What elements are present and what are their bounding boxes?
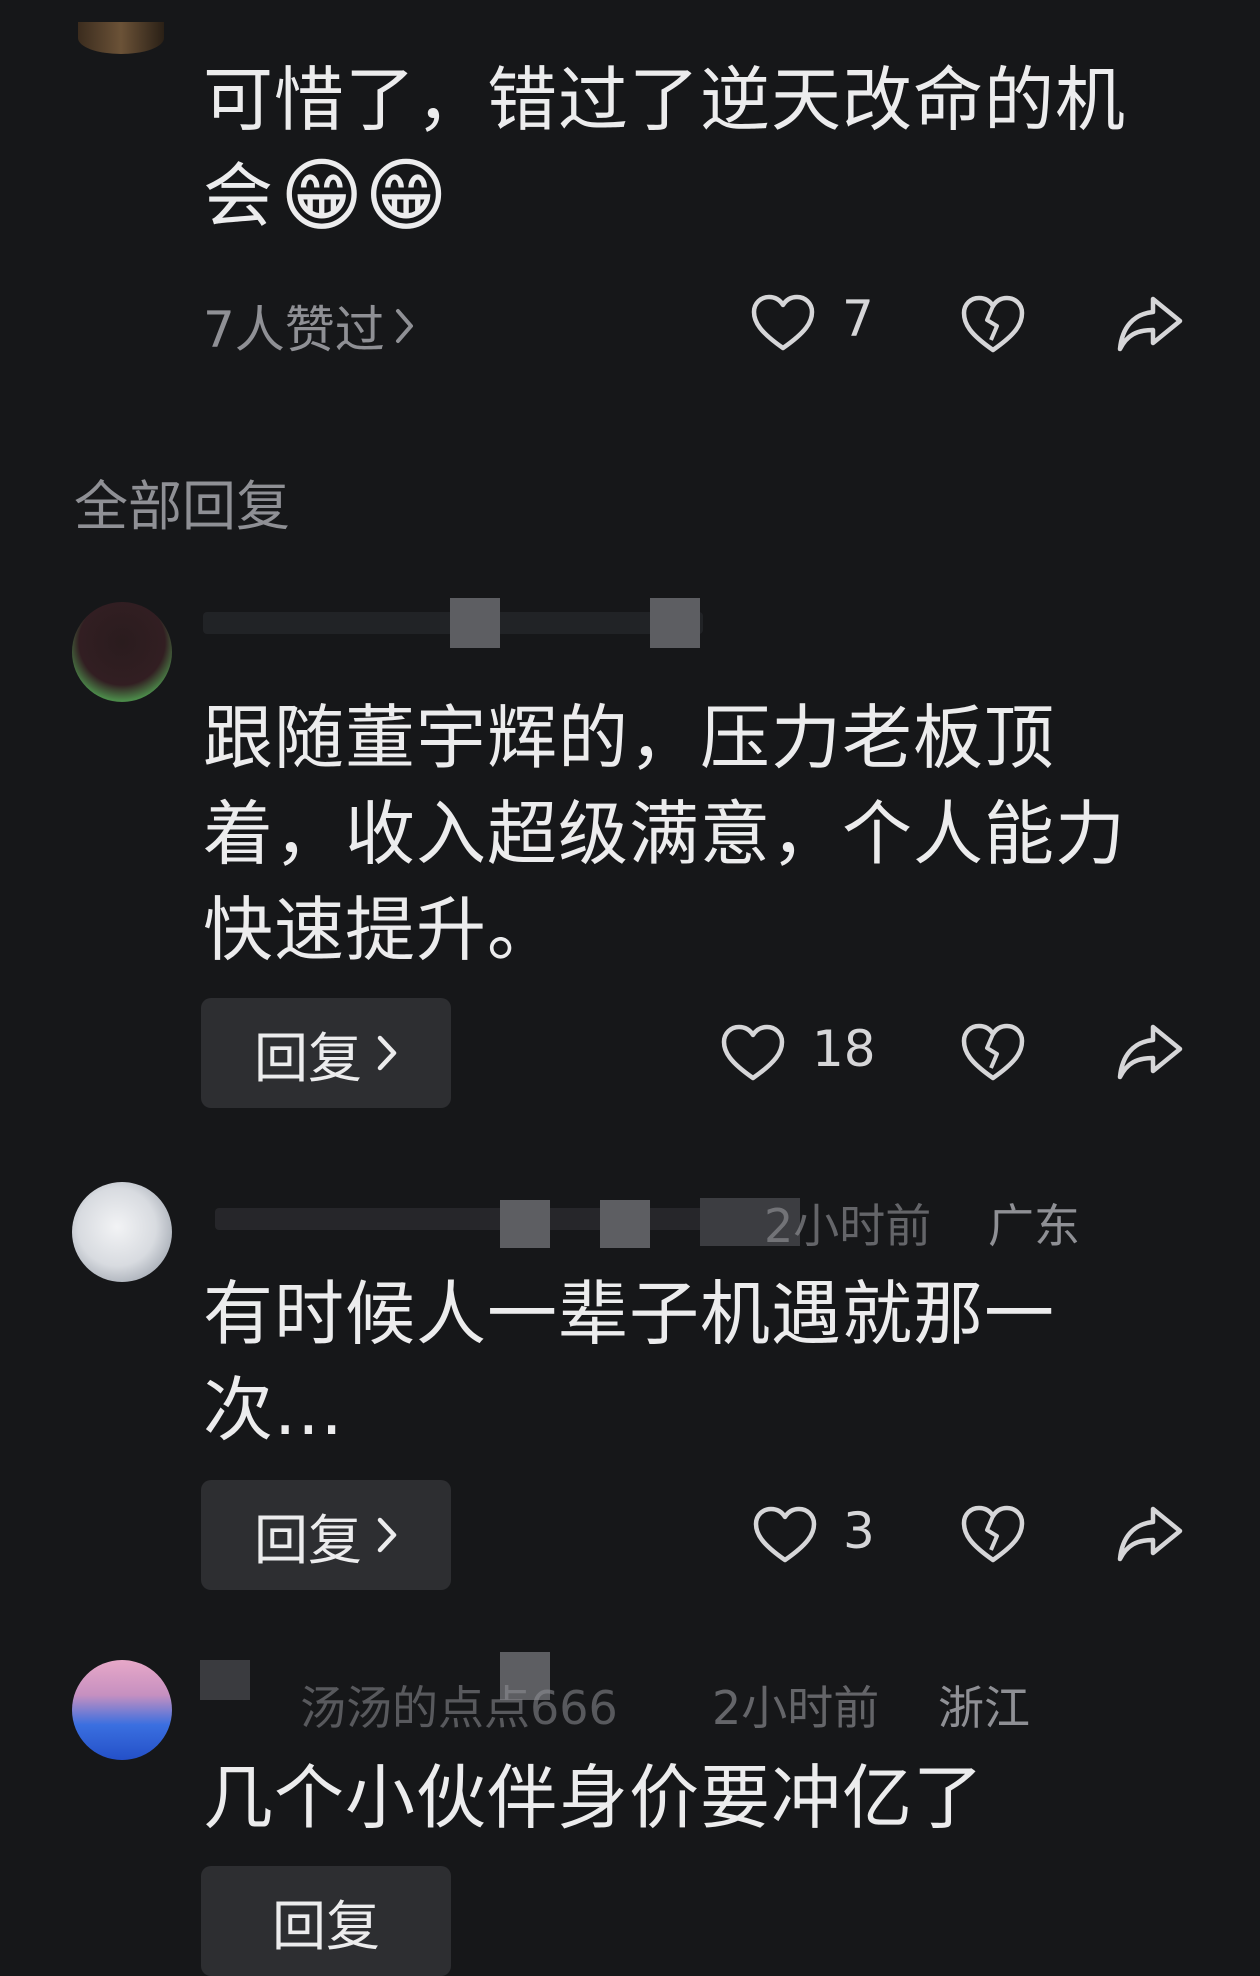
comment-time: 2小时前 [712, 1681, 880, 1735]
comment-region: 广东 [988, 1199, 1080, 1253]
reply-button[interactable]: 回复 [201, 1866, 451, 1976]
like-count: 18 [812, 1020, 876, 1078]
comment-text-line: 跟随董宇辉的，压力老板顶 [203, 697, 1055, 779]
mosaic-redaction [450, 598, 500, 648]
like-count: 3 [843, 1502, 875, 1560]
like-button[interactable] [720, 1024, 786, 1082]
likes-summary-label: 7人赞过 [203, 301, 385, 359]
reply-button-label: 回复 [254, 1508, 362, 1572]
broken-heart-icon [961, 1505, 1025, 1563]
broken-heart-icon [961, 295, 1025, 353]
likes-summary-link[interactable]: 7人赞过 [203, 290, 415, 362]
share-arrow-icon [1117, 1506, 1183, 1562]
section-title: 全部回复 [74, 475, 290, 538]
post-text-line: 会 [203, 155, 274, 237]
avatar[interactable] [72, 602, 172, 702]
heart-icon [721, 1024, 785, 1081]
broken-heart-icon [961, 1023, 1025, 1081]
comment-text-line: 有时候人一辈子机遇就那一 [203, 1273, 1055, 1355]
reply-button[interactable]: 回复 [201, 1480, 451, 1590]
chevron-right-icon [377, 1517, 397, 1553]
like-button[interactable] [752, 1506, 818, 1564]
comment-username[interactable]: 汤汤的点点666 [300, 1672, 618, 1738]
dislike-button[interactable] [960, 1022, 1026, 1084]
username-redacted [215, 1208, 755, 1230]
avatar[interactable] [72, 1182, 172, 1282]
share-arrow-icon [1117, 296, 1183, 352]
comment-text-line: 几个小伙伴身价要冲亿了 [203, 1757, 984, 1839]
comment-text-line: 次... [203, 1369, 344, 1451]
share-button[interactable] [1115, 1504, 1185, 1564]
comment-text-line: 快速提升。 [203, 889, 558, 971]
like-button[interactable] [750, 294, 816, 352]
mosaic-redaction [200, 1660, 250, 1700]
heart-icon [753, 1506, 817, 1563]
dislike-button[interactable] [960, 1504, 1026, 1566]
like-count: 7 [842, 290, 874, 348]
mosaic-redaction [650, 598, 700, 648]
mosaic-redaction [500, 1200, 550, 1248]
avatar[interactable] [72, 1660, 172, 1760]
reply-button-label: 回复 [272, 1894, 380, 1958]
reply-button-label: 回复 [254, 1026, 362, 1090]
heart-icon [751, 294, 815, 351]
share-button[interactable] [1115, 1022, 1185, 1082]
comment-text: 有时候人一辈子机遇就那一 次... [203, 1266, 1203, 1458]
comment-text: 几个小伙伴身价要冲亿了 [203, 1750, 1203, 1846]
dislike-button[interactable] [960, 294, 1026, 356]
reply-button[interactable]: 回复 [201, 998, 451, 1108]
post-text: 可惜了，错过了逆天改命的机 会 😁😁 [203, 52, 1203, 244]
comment-time: 2小时前 [764, 1199, 932, 1253]
comment-text: 跟随董宇辉的，压力老板顶 着，收入超级满意，个人能力 快速提升。 [203, 690, 1203, 978]
chevron-right-icon [377, 1035, 397, 1071]
comment-region: 浙江 [938, 1681, 1030, 1735]
chevron-right-icon [395, 307, 415, 345]
comment-text-line: 着，收入超级满意，个人能力 [203, 793, 1126, 875]
share-button[interactable] [1115, 294, 1185, 354]
grin-emoji-icon: 😁😁 [280, 149, 449, 242]
post-text-line: 可惜了，错过了逆天改命的机 [203, 59, 1126, 141]
share-arrow-icon [1117, 1024, 1183, 1080]
post-avatar-partial [78, 22, 164, 54]
mosaic-redaction [600, 1200, 650, 1248]
